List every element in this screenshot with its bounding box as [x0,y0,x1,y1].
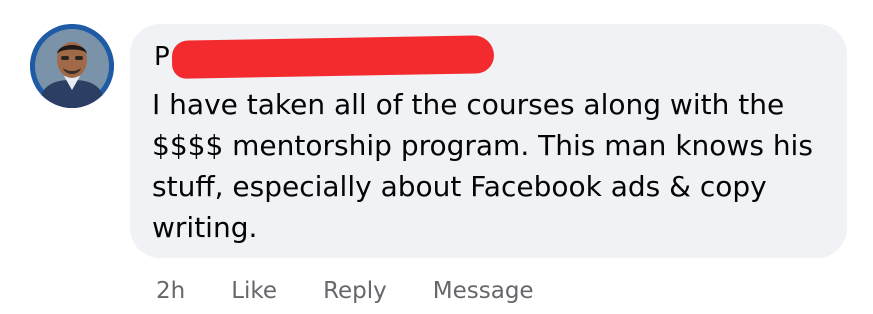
comment-bubble: P I have taken all of the courses along … [130,24,847,258]
profile-photo [30,24,114,108]
comment-text: I have taken all of the courses along wi… [152,88,813,244]
message-button[interactable]: Message [433,278,534,304]
redaction-mark [171,35,495,79]
reply-button[interactable]: Reply [323,278,387,304]
avatar[interactable] [30,24,114,108]
author-name-prefix: P [154,42,170,72]
comment-actions: 2h Like Reply Message [156,274,534,308]
comment-timestamp[interactable]: 2h [156,278,185,304]
comment-author[interactable]: P [154,40,170,74]
like-button[interactable]: Like [231,278,277,304]
